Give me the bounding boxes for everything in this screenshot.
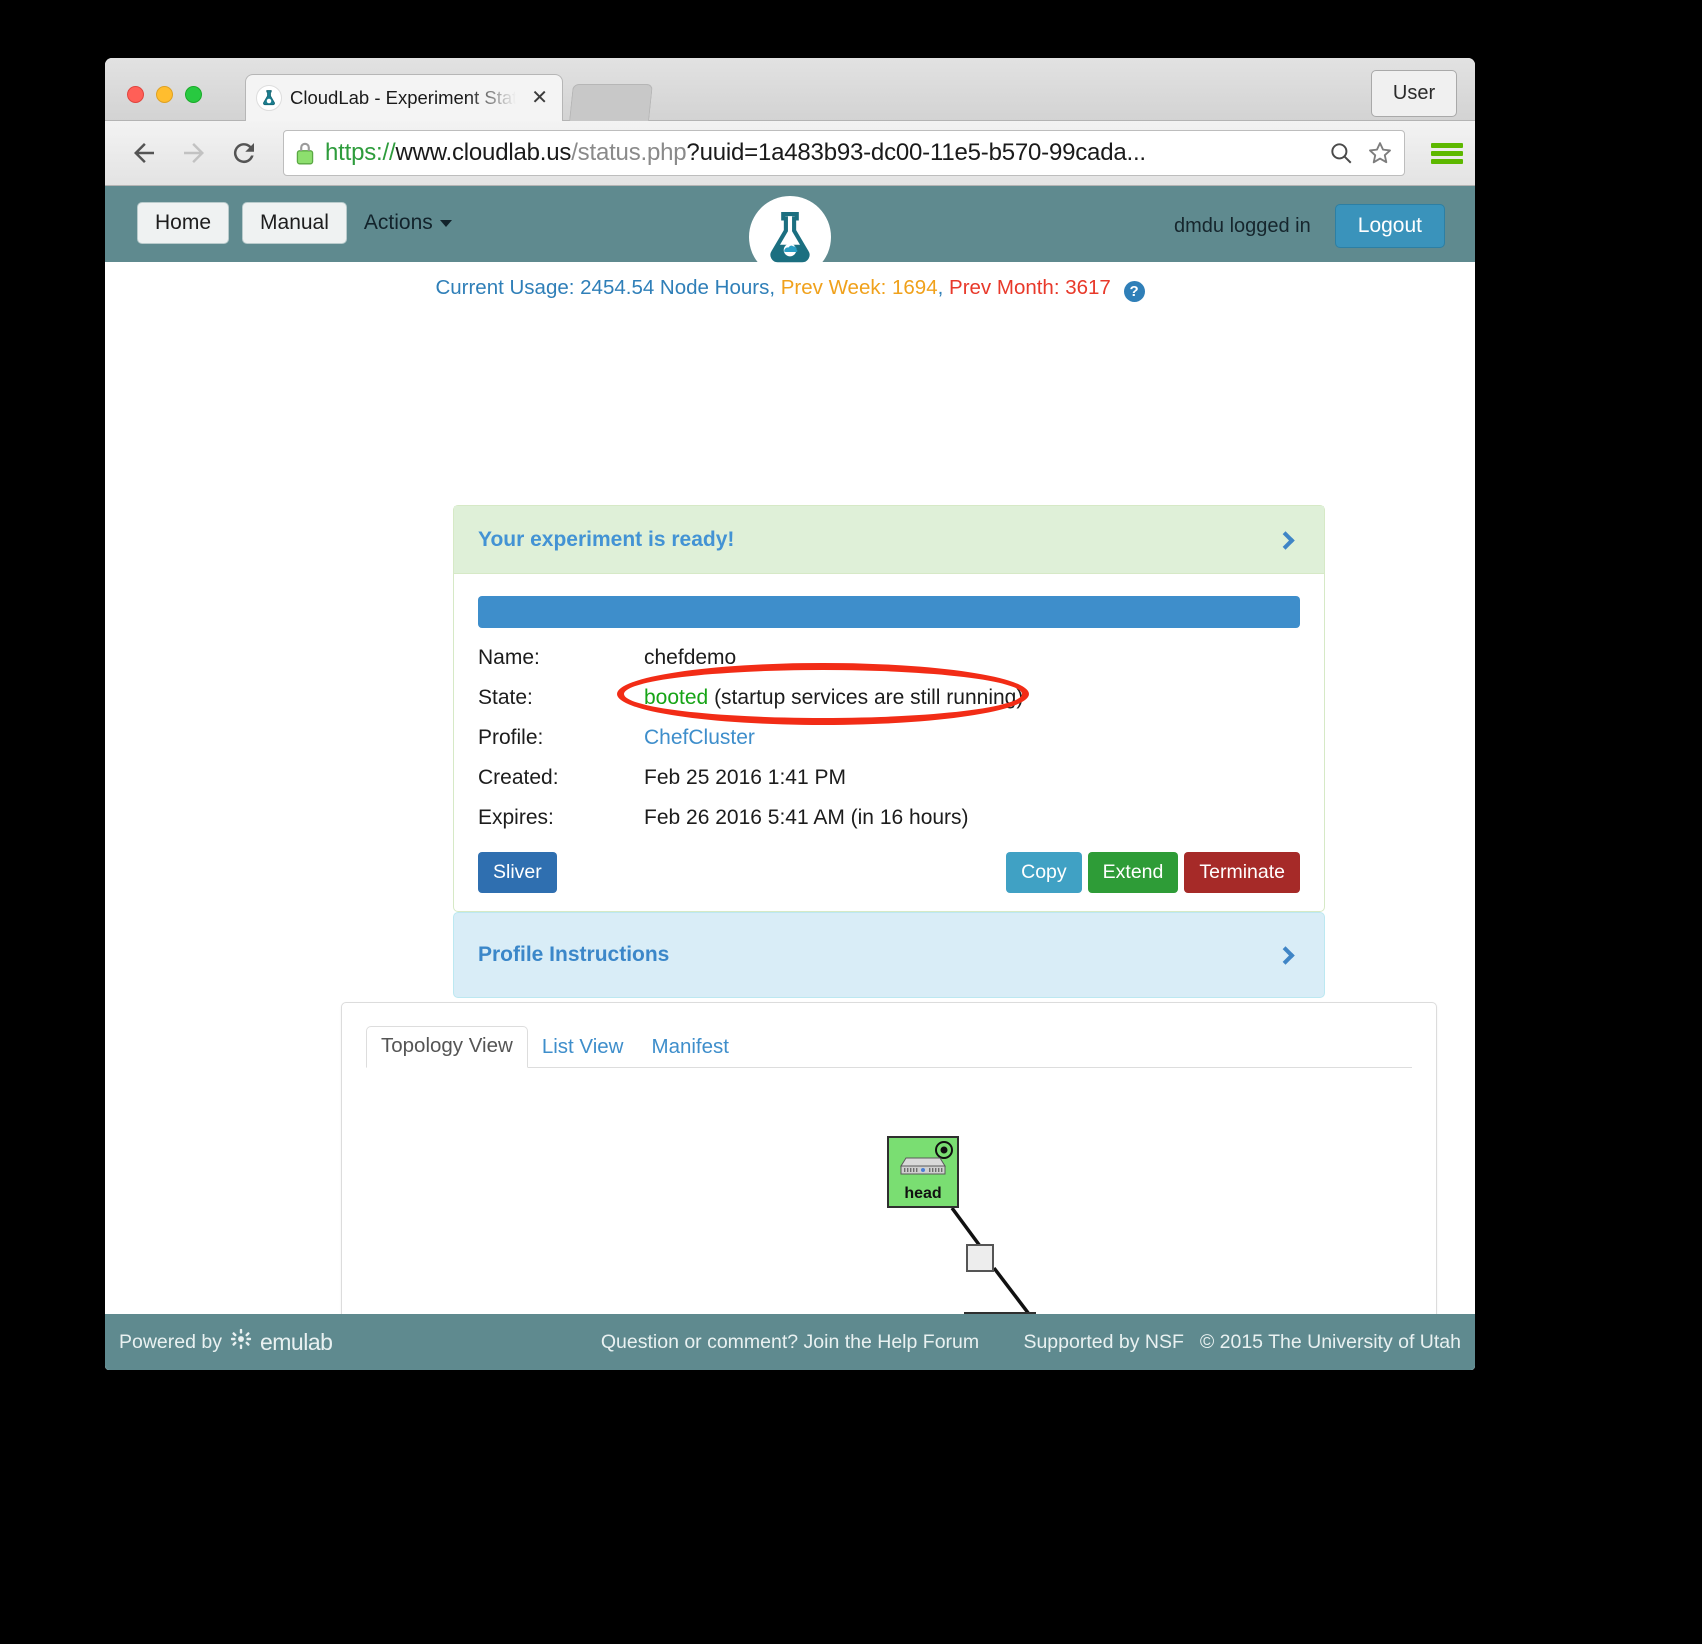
experiment-progress-bar-fill: [478, 596, 1300, 628]
chevron-down-icon: [439, 219, 452, 227]
url-host: www.cloudlab.us: [395, 139, 572, 166]
tab-list-view[interactable]: List View: [528, 1028, 638, 1068]
help-forum-link[interactable]: Question or comment? Join the Help Forum: [601, 1331, 979, 1354]
profile-instructions-panel[interactable]: Profile Instructions: [453, 912, 1325, 998]
logout-button[interactable]: Logout: [1334, 204, 1445, 248]
address-bar-url: https://www.cloudlab.us/status.php?uuid=…: [325, 139, 1316, 167]
minimize-window-button[interactable]: [156, 86, 173, 103]
close-window-button[interactable]: [127, 86, 144, 103]
flask-icon: [256, 85, 282, 111]
detail-value-created: Feb 25 2016 1:41 PM: [644, 766, 846, 789]
window-traffic-lights: [127, 86, 202, 103]
usage-current: Current Usage: 2454.54 Node Hours,: [435, 276, 776, 299]
detail-label-created: Created:: [478, 766, 559, 789]
lock-icon: [294, 140, 316, 166]
detail-row-state: State: booted (startup services are stil…: [478, 686, 1300, 710]
nav-home-button[interactable]: Home: [137, 202, 230, 244]
bookmark-star-icon[interactable]: [1366, 139, 1394, 167]
tab-manifest[interactable]: Manifest: [638, 1028, 743, 1068]
experiment-status-panel: Your experiment is ready! Name: chefdemo…: [453, 505, 1325, 912]
server-icon: [899, 1155, 947, 1182]
detail-row-expires: Expires: Feb 26 2016 5:41 AM (in 16 hour…: [478, 806, 1300, 830]
navbar-right-group: dmdu logged in Logout: [1174, 204, 1445, 248]
emulab-gear-icon: [230, 1328, 252, 1356]
detail-label-name: Name:: [478, 646, 540, 669]
site-navbar: Home Manual Actions dmdu logged in Logou…: [105, 186, 1475, 278]
url-scheme: https://: [325, 139, 396, 166]
nav-actions-label: Actions: [363, 211, 433, 234]
nav-actions-dropdown[interactable]: Actions: [360, 203, 456, 243]
detail-value-name: chefdemo: [644, 646, 737, 669]
detail-row-name: Name: chefdemo: [478, 646, 1300, 670]
browser-toolbar: https://www.cloudlab.us/status.php?uuid=…: [105, 121, 1475, 186]
footer-right-group: Supported by NSF © 2015 The University o…: [1023, 1331, 1461, 1354]
detail-value-expires: Feb 26 2016 5:41 AM (in 16 hours): [644, 806, 969, 829]
detail-row-profile: Profile: ChefCluster: [478, 726, 1300, 750]
browser-window: CloudLab - Experiment Status ✕ User http…: [105, 58, 1475, 1370]
nsf-support-text: Supported by NSF: [1023, 1330, 1184, 1353]
usage-comma: ,: [937, 276, 944, 299]
browser-tab-title: CloudLab - Experiment Status: [290, 87, 524, 108]
nav-manual-button[interactable]: Manual: [242, 202, 347, 244]
site-footer: Powered by emulab Question or comment? J…: [105, 1314, 1475, 1370]
navbar-left-group: Home Manual Actions: [137, 202, 456, 244]
emulab-wordmark: emulab: [259, 1328, 333, 1355]
forward-icon[interactable]: [171, 130, 217, 176]
new-tab-button[interactable]: [569, 84, 653, 121]
extend-button[interactable]: Extend: [1087, 852, 1179, 893]
browser-tab-strip: CloudLab - Experiment Status ✕ User: [105, 58, 1475, 121]
experiment-ready-banner[interactable]: Your experiment is ready!: [454, 506, 1324, 574]
back-icon[interactable]: [121, 130, 167, 176]
maximize-window-button[interactable]: [185, 86, 202, 103]
tab-topology-view[interactable]: Topology View: [366, 1026, 528, 1068]
detail-label-expires: Expires:: [478, 806, 554, 829]
state-note: (startup services are still running): [708, 686, 1024, 709]
profile-instructions-label: Profile Instructions: [478, 943, 670, 966]
reload-icon[interactable]: [221, 130, 267, 176]
topology-link-switch[interactable]: [966, 1244, 994, 1272]
experiment-progress-bar-track: [478, 596, 1300, 628]
experiment-ready-label: Your experiment is ready!: [478, 528, 735, 551]
profile-link[interactable]: ChefCluster: [644, 726, 755, 749]
detail-row-created: Created: Feb 25 2016 1:41 PM: [478, 766, 1300, 790]
detail-value-state: booted (startup services are still runni…: [644, 686, 1300, 710]
page-content: Home Manual Actions dmdu logged in Logou…: [105, 186, 1475, 1370]
sliver-button[interactable]: Sliver: [478, 852, 557, 893]
chevron-right-icon[interactable]: [1276, 945, 1295, 965]
terminate-button[interactable]: Terminate: [1184, 852, 1300, 893]
chevron-right-icon[interactable]: [1276, 530, 1295, 550]
topology-tab-bar: Topology View List View Manifest: [366, 1026, 1412, 1068]
browser-tab-active[interactable]: CloudLab - Experiment Status ✕: [245, 74, 563, 121]
url-query: ?uuid=1a483b93-dc00-11e5-b570-99cada...: [686, 139, 1146, 166]
detail-label-profile: Profile:: [478, 726, 544, 749]
help-icon[interactable]: ?: [1123, 281, 1145, 302]
topology-node-label: head: [904, 1185, 942, 1202]
footer-powered-by: Powered by emulab: [119, 1328, 333, 1356]
copyright-text: © 2015 The University of Utah: [1199, 1330, 1461, 1353]
detail-label-state: State:: [478, 686, 533, 709]
usage-prev-week: Prev Week: 1694: [780, 276, 938, 299]
usage-prev-month: Prev Month: 3617: [949, 276, 1111, 299]
experiment-details: Name: chefdemo State: booted (startup se…: [454, 574, 1324, 911]
copy-button[interactable]: Copy: [1006, 852, 1082, 893]
experiment-action-buttons: Sliver Copy Extend Terminate: [478, 852, 1300, 893]
status-badge: booted: [644, 686, 709, 709]
user-profile-button[interactable]: User: [1371, 70, 1457, 117]
url-path: /status.php: [571, 139, 687, 166]
browser-menu-icon[interactable]: [1419, 121, 1475, 186]
footer-powered-by-label: Powered by: [119, 1330, 222, 1353]
cloudlab-logo[interactable]: [749, 196, 831, 278]
address-bar[interactable]: https://www.cloudlab.us/status.php?uuid=…: [283, 130, 1405, 176]
logged-in-status: dmdu logged in: [1173, 214, 1311, 237]
close-tab-icon[interactable]: ✕: [527, 88, 552, 108]
search-icon[interactable]: [1328, 140, 1354, 166]
topology-node-head[interactable]: head: [887, 1136, 959, 1208]
